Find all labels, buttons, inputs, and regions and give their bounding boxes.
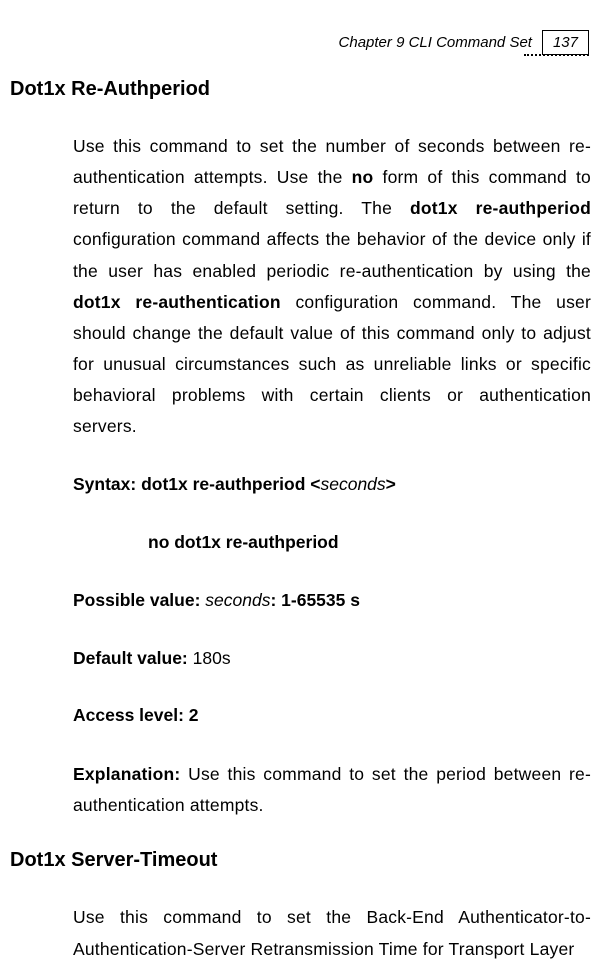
access-label: Access level: 2 [73,705,199,725]
syntax-label: Syntax: [73,474,141,494]
section2-body: Use this command to set the Back-End Aut… [10,902,591,964]
possible-label: Possible value: [73,590,205,610]
syntax-close: > [386,474,396,494]
desc-bold-cmd1: dot1x re-authperiod [410,198,591,218]
desc-part3: configuration command affects the behavi… [73,229,591,280]
default-val: 180s [193,648,231,668]
page-content: Dot1x Re-Authperiod Use this command to … [10,78,591,965]
section2-description: Use this command to set the Back-End Aut… [73,902,591,964]
possible-value-line: Possible value: seconds: 1-65535 s [73,586,591,616]
default-label: Default value: [73,648,193,668]
section-title-reauthperiod: Dot1x Re-Authperiod [10,78,591,101]
syntax-param: seconds [320,474,385,494]
section-title-servertimeout: Dot1x Server-Timeout [10,849,591,872]
page-number: 137 [542,30,589,55]
possible-val: : 1-65535 s [270,590,360,610]
syntax-cmd: dot1x re-authperiod < [141,474,320,494]
access-level-line: Access level: 2 [73,701,591,731]
default-value-line: Default value: 180s [73,644,591,674]
section1-body: Use this command to set the number of se… [10,131,591,821]
explanation-label: Explanation: [73,764,188,784]
header-dotted-line [524,54,589,56]
chapter-title: Chapter 9 CLI Command Set [339,34,532,51]
syntax-block: Syntax: dot1x re-authperiod <seconds> no… [73,470,591,558]
desc-bold-no: no [352,167,374,187]
desc-bold-cmd2: dot1x re-authentication [73,292,281,312]
possible-param: seconds [205,590,270,610]
page-header: Chapter 9 CLI Command Set 137 [339,30,589,55]
description-paragraph: Use this command to set the number of se… [73,131,591,442]
syntax-no-cmd: no dot1x re-authperiod [148,532,339,552]
explanation-paragraph: Explanation: Use this command to set the… [73,759,591,821]
desc-part4: configuration command. The user should c… [73,292,591,437]
